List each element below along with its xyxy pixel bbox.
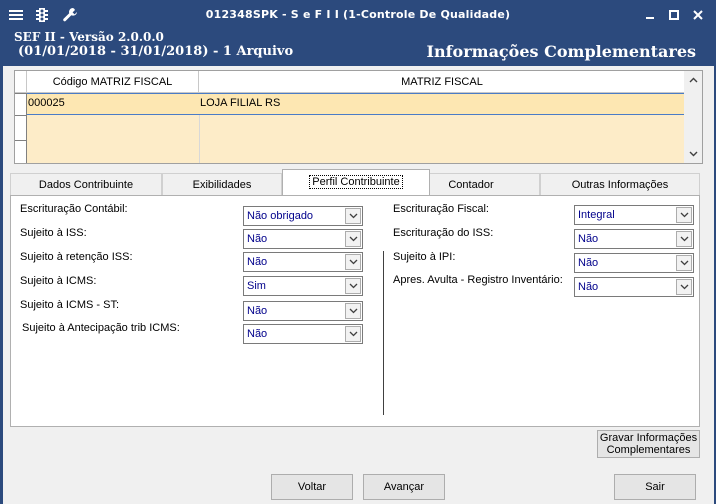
chevron-down-icon[interactable] [345,326,361,342]
row-selector-column [15,93,27,163]
tab-label: Outras Informações [571,179,669,191]
back-button[interactable]: Voltar [271,474,353,500]
grid-scrollbar[interactable] [684,71,702,163]
version-label: SEF II - Versão 2.0.0.0 [14,30,164,44]
label-escrituracao-iss: Escrituração do ISS: [393,227,494,239]
exit-button-label: Sair [645,481,665,493]
column-divider [383,251,384,415]
tab-label: Dados Contribuinte [38,179,134,191]
save-button-line2: Complementares [606,444,691,456]
label-sujeito-icms: Sujeito à ICMS: [20,275,97,287]
label-sujeito-ipi: Sujeito à IPI: [393,251,456,263]
select-sujeito-antecipacao-icms[interactable]: Não [243,324,363,344]
select-value: Integral [578,209,615,221]
grid-empty-area [15,115,685,163]
title-bar: 012348SPK - S e F I I (1-Controle De Qua… [0,0,716,30]
table-row[interactable]: 000025 LOJA FILIAL RS [15,93,685,115]
select-value: Não [578,233,599,245]
select-sujeito-ipi[interactable]: Não [574,253,694,273]
row-selector-line [15,115,26,116]
select-value: Não [578,257,599,269]
grid-header-selector [15,71,27,93]
chevron-down-icon[interactable] [676,231,692,247]
row-selector-line [15,93,26,94]
cell-matriz: LOJA FILIAL RS [200,97,281,109]
minimize-icon[interactable] [640,6,660,24]
label-sujeito-antecipacao-icms: Sujeito à Antecipação trib ICMS: [22,322,180,334]
column-header-codigo[interactable]: Código MATRIZ FISCAL [27,71,199,93]
select-escrituracao-iss[interactable]: Não [574,229,694,249]
column-header-matriz[interactable]: MATRIZ FISCAL [199,71,685,93]
select-value: Sim [247,280,266,292]
tab-label: Perfil Contribuinte [309,175,403,189]
chevron-down-icon[interactable] [345,278,361,294]
maximize-icon[interactable] [664,6,684,24]
perfil-contribuinte-panel: Escrituração Contábil: Não obrigado Suje… [10,195,700,427]
grid-header: Código MATRIZ FISCAL MATRIZ FISCAL [15,71,685,93]
chevron-down-icon[interactable] [676,255,692,271]
save-button-line1: Gravar Informações [599,432,698,444]
chevron-down-icon[interactable] [345,303,361,319]
tab-label: Exibilidades [192,179,252,191]
chevron-down-icon[interactable] [676,279,692,295]
tab-label: Contador [448,179,494,191]
app-header: SEF II - Versão 2.0.0.0 (01/01/2018 - 31… [0,30,716,66]
tab-strip: Dados Contribuinte Exibilidades Contador… [10,169,700,195]
select-sujeito-icms[interactable]: Sim [243,276,363,296]
select-sujeito-iss[interactable]: Não [243,229,363,249]
window-title: 012348SPK - S e F I I (1-Controle De Qua… [205,8,511,21]
next-button[interactable]: Avançar [363,474,445,500]
label-registro-inventario: Apres. Avulta - Registro Inventário: [393,274,563,286]
select-value: Não obrigado [247,210,314,222]
chevron-down-icon[interactable] [345,231,361,247]
label-escrituracao-contabil: Escrituração Contábil: [20,203,128,215]
grid-column-divider [199,115,200,163]
chevron-down-icon[interactable] [345,254,361,270]
back-button-label: Voltar [297,481,327,493]
section-title: Informações Complementares [426,42,696,61]
select-value: Não [578,281,599,293]
label-escrituracao-fiscal: Escrituração Fiscal: [393,203,489,215]
select-escrituracao-fiscal[interactable]: Integral [574,205,694,225]
exit-button[interactable]: Sair [614,474,696,500]
select-registro-inventario[interactable]: Não [574,277,694,297]
save-complementary-info-button[interactable]: Gravar Informações Complementares [597,430,700,458]
period-label: (01/01/2018 - 31/01/2018) - 1 Arquivo [18,44,294,59]
label-sujeito-retencao-iss: Sujeito à retenção ISS: [20,251,133,263]
scroll-down-icon[interactable] [684,145,702,163]
select-value: Não [247,328,268,340]
tab-outras-informacoes[interactable]: Outras Informações [540,173,700,195]
tab-perfil-contribuinte[interactable]: Perfil Contribuinte [282,169,430,195]
tab-exibilidades[interactable]: Exibilidades [162,173,282,195]
select-value: Não [247,233,268,245]
tab-dados-contribuinte[interactable]: Dados Contribuinte [10,173,162,195]
chevron-down-icon[interactable] [676,207,692,223]
chevron-down-icon[interactable] [345,208,361,224]
label-sujeito-icms-st: Sujeito à ICMS - ST: [20,299,120,311]
select-value: Não [247,305,268,317]
label-sujeito-iss: Sujeito à ISS: [20,227,87,239]
select-value: Não [247,256,268,268]
select-sujeito-retencao-iss[interactable]: Não [243,252,363,272]
row-selector-line [15,140,26,141]
select-escrituracao-contabil[interactable]: Não obrigado [243,206,363,226]
close-icon[interactable] [688,6,708,24]
cell-codigo: 000025 [28,97,65,109]
client-area: Código MATRIZ FISCAL MATRIZ FISCAL 00002… [3,66,714,504]
scroll-up-icon[interactable] [684,71,702,89]
select-sujeito-icms-st[interactable]: Não [243,301,363,321]
matriz-fiscal-grid[interactable]: Código MATRIZ FISCAL MATRIZ FISCAL 00002… [14,70,703,164]
next-button-label: Avançar [383,481,425,493]
